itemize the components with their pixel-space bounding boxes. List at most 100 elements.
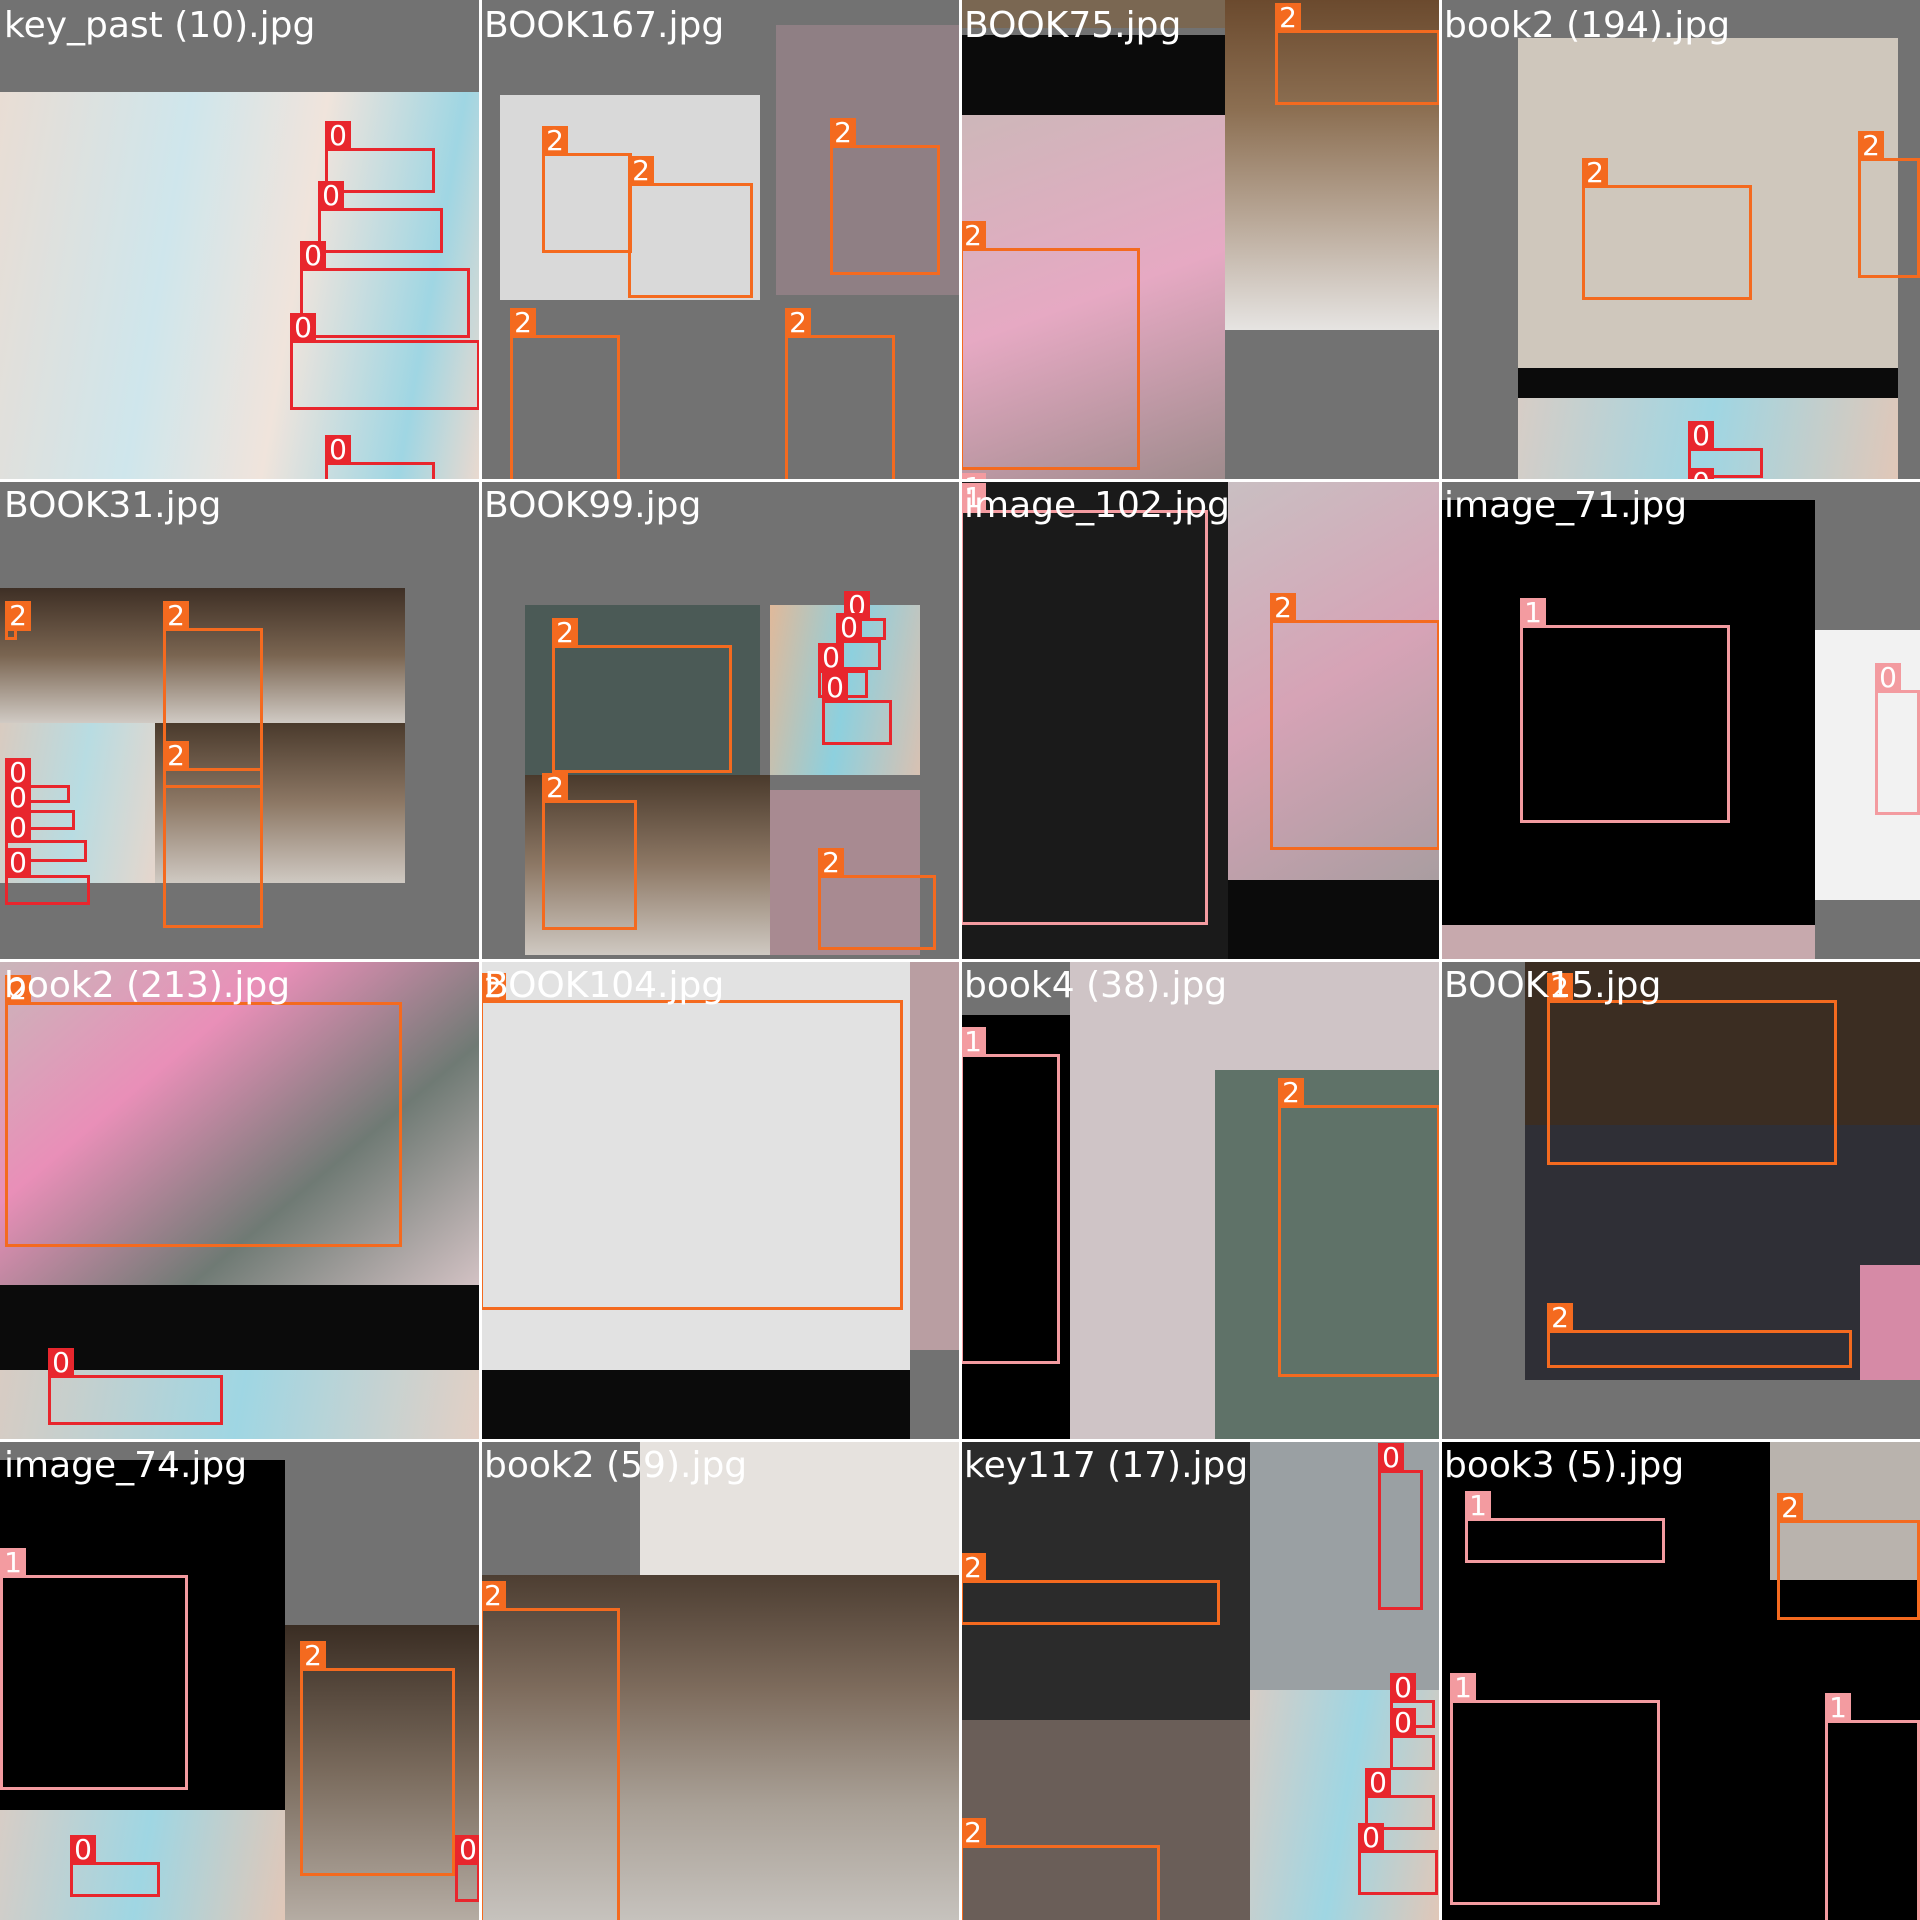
detection-box: 1 (0, 1548, 188, 1790)
detection-box: 2 (300, 1641, 455, 1876)
detection-box: 2 (480, 973, 903, 1310)
class-label: 2 (1270, 593, 1296, 623)
class-label: 2 (628, 156, 654, 186)
mosaic-tile: key_past (10).jpg 0 0 0 0 0 (0, 0, 480, 480)
detection-box: 0 (70, 1835, 160, 1897)
detection-box: 2 (1858, 131, 1920, 278)
mosaic-tile: image_102.jpg 1 2 (960, 480, 1440, 960)
class-label: 2 (1582, 158, 1608, 188)
detection-box: 0 (48, 1348, 223, 1425)
mosaic-tile: BOOK15.jpg 2 2 (1440, 960, 1920, 1440)
class-label: 0 (70, 1835, 96, 1865)
class-label: 0 (836, 613, 862, 643)
detection-box: 2 (542, 126, 632, 253)
class-label: 2 (1278, 1078, 1304, 1108)
class-label: 0 (48, 1348, 74, 1378)
class-label: 0 (325, 435, 351, 465)
tile-filename: image_71.jpg (1444, 485, 1688, 526)
detection-box: 0 (455, 1835, 480, 1902)
detection-box: 0 (325, 435, 435, 480)
mosaic-tile: book4 (38).jpg 1 2 (960, 960, 1440, 1440)
class-label: 1 (1825, 1693, 1851, 1723)
mosaic-grid: key_past (10).jpg 0 0 0 0 0 BOOK167.jpg 2 2 2 2 2 BO… (0, 0, 1920, 1920)
detection-box: 0 (822, 673, 892, 745)
detection-box: 2 (960, 1553, 1220, 1625)
tile-filename: BOOK31.jpg (4, 485, 222, 526)
mosaic-tile: book2 (59).jpg 2 (480, 1440, 960, 1920)
detection-box: 2 (480, 1581, 620, 1920)
detection-box: 0 (5, 848, 90, 905)
detection-box: 1 (1520, 598, 1730, 823)
class-label: 2 (552, 618, 578, 648)
detection-box: 2 (5, 975, 402, 1247)
mosaic-tile: BOOK75.jpg221 (960, 0, 1440, 480)
tile-filename: book3 (5).jpg (1444, 1445, 1685, 1486)
class-label: 0 (1875, 663, 1901, 693)
detection-box: 2 (1278, 1078, 1440, 1377)
photo-region (1860, 1265, 1920, 1380)
class-label: 1 (0, 1548, 26, 1578)
detection-box: 2 (960, 1818, 1160, 1920)
class-label: 1 (960, 1027, 986, 1057)
tile-filename: key_past (10).jpg (4, 5, 316, 46)
tile-divider (0, 1439, 1920, 1442)
class-label: 0 (290, 313, 316, 343)
detection-box: 2 (1582, 158, 1752, 300)
class-label: 2 (960, 1553, 986, 1583)
photo-region (480, 1370, 910, 1440)
tile-filename: book2 (194).jpg (1444, 5, 1731, 46)
detection-box: 2 (785, 308, 895, 480)
detection-box: 2 (1275, 3, 1440, 105)
detection-box: 2 (1547, 1303, 1852, 1368)
detection-box: 0 (1875, 663, 1920, 815)
class-label: 2 (480, 1581, 506, 1611)
class-label: 2 (163, 741, 189, 771)
mosaic-tile: book3 (5).jpg 1 2 1 1 (1440, 1440, 1920, 1920)
detection-box: 2 (510, 308, 620, 480)
class-label: 2 (300, 1641, 326, 1671)
class-label: 2 (1858, 131, 1884, 161)
class-label: 2 (1777, 1493, 1803, 1523)
class-label: 1 (1450, 1673, 1476, 1703)
detection-box: 0 (1378, 1443, 1423, 1610)
class-label: 2 (510, 308, 536, 338)
detection-box: 1 (1465, 1491, 1665, 1563)
mosaic-tile: book2 (213).jpg 2 0 (0, 960, 480, 1440)
mosaic-tile: BOOK99.jpg 2 2 2 0 0 0 0 (480, 480, 960, 960)
class-label: 2 (818, 848, 844, 878)
detection-box: 2 (1777, 1493, 1920, 1620)
class-label: 0 (1358, 1823, 1384, 1853)
class-label: 2 (542, 126, 568, 156)
mosaic-tile: BOOK104.jpg 2 (480, 960, 960, 1440)
class-label: 0 (455, 1835, 480, 1865)
class-label: 0 (1390, 1673, 1416, 1703)
photo-region (910, 960, 960, 1350)
detection-box: 1 (1825, 1693, 1920, 1920)
tile-filename: book2 (213).jpg (4, 965, 291, 1006)
tile-filename: BOOK104.jpg (484, 965, 725, 1006)
tile-filename: book2 (59).jpg (484, 1445, 748, 1486)
class-label: 0 (1378, 1443, 1404, 1473)
class-label: 0 (325, 121, 351, 151)
class-label: 2 (163, 601, 189, 631)
class-label: 2 (960, 221, 986, 251)
class-label: 0 (5, 783, 31, 813)
class-label: 2 (960, 1818, 986, 1848)
detection-box: 2 (542, 773, 637, 930)
class-label: 1 (1520, 598, 1546, 628)
detection-box: 1 (1450, 1673, 1660, 1905)
tile-filename: BOOK167.jpg (484, 5, 725, 46)
detection-box: 2 (830, 118, 940, 275)
photo-region (1440, 925, 1815, 960)
class-label: 2 (542, 773, 568, 803)
class-label: 1 (1465, 1491, 1491, 1521)
class-label: 2 (5, 601, 31, 631)
photo-region (1518, 368, 1898, 398)
mosaic-tile: image_74.jpg 1 2 0 0 (0, 1440, 480, 1920)
tile-filename: book4 (38).jpg (964, 965, 1228, 1006)
tile-divider (1439, 0, 1442, 1920)
detection-box: 0 (290, 313, 480, 410)
class-label: 0 (1390, 1708, 1416, 1738)
class-label: 2 (1275, 3, 1301, 33)
detection-box: 0 (1390, 1708, 1435, 1770)
